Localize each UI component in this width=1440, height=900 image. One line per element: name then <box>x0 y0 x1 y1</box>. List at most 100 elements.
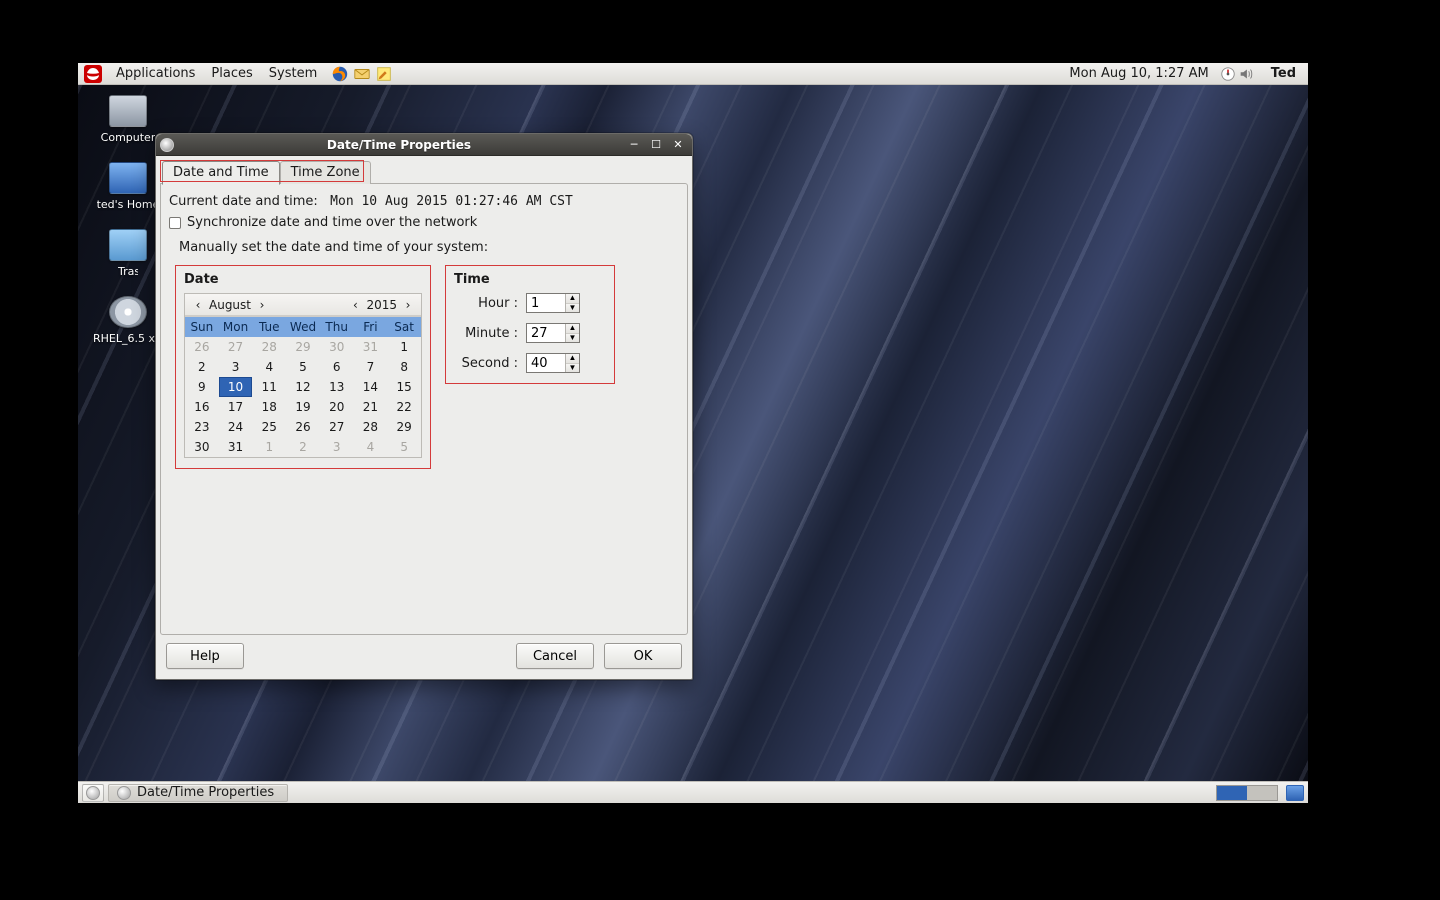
calendar-day[interactable]: 27 <box>219 337 253 357</box>
volume-icon[interactable] <box>1237 65 1255 83</box>
calendar-day[interactable]: 28 <box>252 337 286 357</box>
tab-date-and-time[interactable]: Date and Time <box>162 161 280 185</box>
calendar-day[interactable]: 4 <box>252 357 286 377</box>
calendar-day[interactable]: 18 <box>252 397 286 417</box>
calendar-day[interactable]: 6 <box>320 357 354 377</box>
calendar-header: ‹ August › ‹ 2015 › <box>185 294 421 316</box>
calendar-day[interactable]: 30 <box>185 437 219 457</box>
calendar-day[interactable]: 21 <box>354 397 388 417</box>
calendar-day[interactable]: 20 <box>320 397 354 417</box>
calendar-day[interactable]: 28 <box>354 417 388 437</box>
dow-tue: Tue <box>252 317 286 337</box>
calendar-month[interactable]: August <box>205 298 255 312</box>
calendar-day[interactable]: 1 <box>387 337 421 357</box>
trash-icon <box>109 229 147 261</box>
calendar-day[interactable]: 30 <box>320 337 354 357</box>
calendar-day[interactable]: 13 <box>320 377 354 397</box>
workspace-switcher <box>1216 785 1304 801</box>
calendar-day[interactable]: 5 <box>286 357 320 377</box>
taskbar-item-label: Date/Time Properties <box>137 785 274 800</box>
prev-month-button[interactable]: ‹ <box>191 298 205 312</box>
current-datetime-label: Current date and time: <box>169 194 318 209</box>
ok-button[interactable]: OK <box>604 643 682 669</box>
minute-down-button[interactable]: ▼ <box>566 334 579 343</box>
window-close-button[interactable]: ✕ <box>670 138 686 152</box>
launcher-firefox[interactable] <box>329 63 351 85</box>
calendar-day[interactable]: 14 <box>354 377 388 397</box>
workspace-2[interactable] <box>1247 786 1277 800</box>
calendar-day[interactable]: 2 <box>185 357 219 377</box>
show-desktop-button[interactable] <box>82 784 104 802</box>
second-down-button[interactable]: ▼ <box>566 364 579 373</box>
calendar-day[interactable]: 29 <box>286 337 320 357</box>
window-titlebar[interactable]: Date/Time Properties ─ ☐ ✕ <box>156 134 692 156</box>
cpu-scaling-icon[interactable] <box>1219 65 1237 83</box>
calendar-day[interactable]: 16 <box>185 397 219 417</box>
next-month-button[interactable]: › <box>255 298 269 312</box>
workspace-pager[interactable] <box>1216 785 1278 801</box>
launcher-notes[interactable] <box>373 63 395 85</box>
calendar-day[interactable]: 4 <box>354 437 388 457</box>
calendar-day[interactable]: 27 <box>320 417 354 437</box>
calendar-day[interactable]: 11 <box>252 377 286 397</box>
sync-network-row: Synchronize date and time over the netwo… <box>169 215 679 230</box>
calendar-day[interactable]: 19 <box>286 397 320 417</box>
user-menu[interactable]: Ted <box>1265 66 1302 81</box>
calendar-day[interactable]: 25 <box>252 417 286 437</box>
calendar-day[interactable]: 5 <box>387 437 421 457</box>
menu-applications[interactable]: Applications <box>108 63 203 85</box>
calendar-day[interactable]: 29 <box>387 417 421 437</box>
help-button[interactable]: Help <box>166 643 244 669</box>
desktop-icon-label: Computer <box>101 131 156 144</box>
calendar-day[interactable]: 3 <box>219 357 253 377</box>
calendar-day[interactable]: 31 <box>354 337 388 357</box>
clock-icon <box>117 786 131 800</box>
home-folder-icon <box>109 162 147 194</box>
calendar-day[interactable]: 22 <box>387 397 421 417</box>
taskbar-item-datetime[interactable]: Date/Time Properties <box>108 784 288 802</box>
menu-places[interactable]: Places <box>203 63 260 85</box>
window-minimize-button[interactable]: ─ <box>626 138 642 152</box>
cancel-button[interactable]: Cancel <box>516 643 594 669</box>
calendar-day[interactable]: 26 <box>185 337 219 357</box>
window-maximize-button[interactable]: ☐ <box>648 138 664 152</box>
calendar-day[interactable]: 17 <box>219 397 253 417</box>
panel-clock[interactable]: Mon Aug 10, 1:27 AM <box>1059 66 1218 81</box>
calendar-day[interactable]: 31 <box>219 437 253 457</box>
calendar-day[interactable]: 7 <box>354 357 388 377</box>
datetime-properties-window: Date/Time Properties ─ ☐ ✕ Date and Time… <box>155 133 693 680</box>
workspace-1[interactable] <box>1217 786 1247 800</box>
calendar-day[interactable]: 12 <box>286 377 320 397</box>
calendar-day[interactable]: 3 <box>320 437 354 457</box>
dow-fri: Fri <box>354 317 388 337</box>
calendar-day-selected[interactable]: 10 <box>219 377 253 397</box>
calendar-day[interactable]: 23 <box>185 417 219 437</box>
next-year-button[interactable]: › <box>401 298 415 312</box>
dow-thu: Thu <box>320 317 354 337</box>
calendar-day[interactable]: 15 <box>387 377 421 397</box>
dow-sat: Sat <box>387 317 421 337</box>
calendar-day[interactable]: 24 <box>219 417 253 437</box>
calendar-day[interactable]: 1 <box>252 437 286 457</box>
calendar-day[interactable]: 26 <box>286 417 320 437</box>
calendar-day[interactable]: 9 <box>185 377 219 397</box>
desktop-icon-label: RHEL_6.5 x86_64 Disc 1 <box>93 332 163 345</box>
manual-set-label: Manually set the date and time of your s… <box>179 240 679 255</box>
prev-year-button[interactable]: ‹ <box>348 298 362 312</box>
launcher-mail[interactable] <box>351 63 373 85</box>
calendar-day[interactable]: 8 <box>387 357 421 377</box>
redhat-icon[interactable] <box>84 65 102 83</box>
sync-network-checkbox[interactable] <box>169 217 181 229</box>
calendar-year[interactable]: 2015 <box>362 298 401 312</box>
current-datetime-row: Current date and time: Mon 10 Aug 2015 0… <box>169 194 679 209</box>
menu-system[interactable]: System <box>261 63 325 85</box>
minute-input[interactable] <box>527 324 565 342</box>
tab-time-zone[interactable]: Time Zone <box>280 161 371 184</box>
calendar-row: 23 24 25 26 27 28 29 <box>185 417 421 437</box>
second-input[interactable] <box>527 354 565 372</box>
hour-down-button[interactable]: ▼ <box>566 304 579 313</box>
calendar-day[interactable]: 2 <box>286 437 320 457</box>
trash-applet-icon[interactable] <box>1286 785 1304 801</box>
calendar-dow-row: Sun Mon Tue Wed Thu Fri Sat <box>185 317 421 337</box>
hour-input[interactable] <box>527 294 565 312</box>
